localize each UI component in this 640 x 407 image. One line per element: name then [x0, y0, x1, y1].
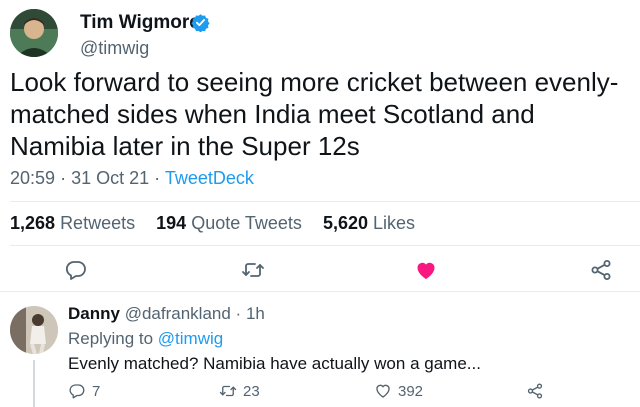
likes-label: Likes	[373, 213, 416, 233]
meta-separator: ·	[60, 168, 67, 188]
reply-retweet-button[interactable]: 23	[219, 381, 260, 401]
like-icon	[417, 262, 435, 279]
quote-tweets-stat[interactable]: 194 Quote Tweets	[156, 213, 302, 233]
reply-author-name[interactable]: Danny	[68, 304, 120, 323]
reply-header: Danny @dafrankland · 1h	[68, 304, 265, 324]
retweet-button[interactable]	[241, 258, 265, 282]
reply-age[interactable]: 1h	[246, 304, 265, 323]
thread-line	[33, 360, 35, 407]
quotes-label: Quote Tweets	[191, 213, 302, 233]
share-button[interactable]	[589, 258, 613, 282]
reply-like-button[interactable]: 392	[374, 381, 423, 401]
reply-retweet-count: 23	[243, 382, 260, 400]
divider	[10, 201, 640, 202]
retweet-icon	[242, 263, 264, 277]
reply-separator: ·	[235, 304, 242, 323]
tweet-stats: 1,268 Retweets 194 Quote Tweets 5,620 Li…	[10, 213, 431, 234]
author-name[interactable]: Tim Wigmore	[80, 12, 200, 34]
share-icon	[591, 260, 611, 280]
like-icon	[376, 384, 390, 398]
share-icon	[527, 383, 543, 399]
tweet-source[interactable]: TweetDeck	[165, 168, 254, 188]
reply-count: 7	[92, 382, 101, 400]
reply-text: Evenly matched? Namibia have actually wo…	[68, 354, 481, 373]
retweet-icon	[219, 385, 237, 397]
divider	[0, 291, 640, 292]
tweet-text: Look forward to seeing more cricket betw…	[10, 67, 619, 161]
reply-icon	[69, 384, 85, 399]
reply-icon	[65, 261, 86, 280]
quotes-count: 194	[156, 213, 187, 233]
likes-count: 5,620	[322, 213, 368, 233]
likes-stat[interactable]: 5,620 Likes	[323, 213, 415, 233]
reply-like-count: 392	[398, 382, 424, 400]
tweet-time[interactable]: 20:59	[10, 168, 55, 188]
retweets-label: Retweets	[60, 213, 136, 233]
reply-button[interactable]	[64, 258, 88, 282]
replying-prefix: Replying to	[68, 329, 154, 348]
author-handle[interactable]: @timwig	[80, 38, 149, 59]
reply-share-button[interactable]	[526, 381, 550, 401]
author-avatar[interactable]	[10, 9, 58, 57]
retweets-count: 1,268	[10, 213, 56, 233]
reply-author-handle[interactable]: @dafrankland	[125, 304, 231, 323]
retweets-stat[interactable]: 1,268 Retweets	[10, 213, 135, 233]
tweet-date[interactable]: 31 Oct 21	[71, 168, 149, 188]
like-button[interactable]	[414, 258, 438, 282]
meta-separator: ·	[154, 168, 161, 188]
reply-avatar[interactable]	[10, 306, 58, 354]
replying-to: Replying to @timwig	[68, 329, 223, 349]
verified-badge-icon	[191, 14, 210, 32]
replying-to-handle[interactable]: @timwig	[158, 329, 223, 348]
reply-reply-button[interactable]: 7	[68, 381, 100, 401]
tweet-meta: 20:59 · 31 Oct 21 · TweetDeck	[10, 168, 254, 189]
divider	[10, 245, 640, 246]
